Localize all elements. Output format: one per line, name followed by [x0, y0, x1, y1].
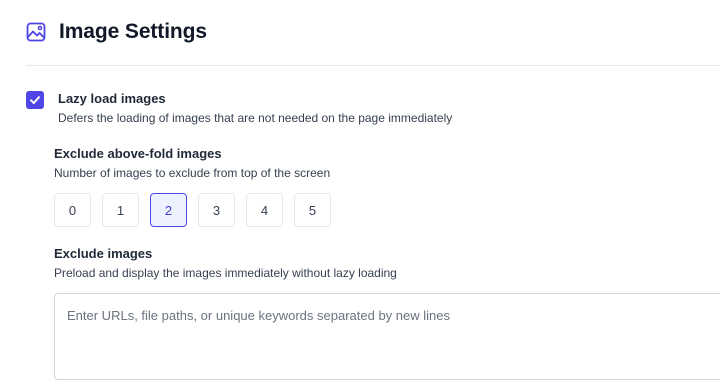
exclude-images-textarea[interactable] [54, 293, 720, 380]
exclude-images-description: Preload and display the images immediate… [54, 266, 397, 280]
count-option-3[interactable]: 3 [198, 193, 235, 227]
exclude-above-fold-label: Exclude above-fold images [54, 146, 222, 161]
count-option-5[interactable]: 5 [294, 193, 331, 227]
check-icon [30, 96, 40, 104]
lazy-load-description: Defers the loading of images that are no… [58, 111, 453, 125]
page-header: Image Settings [26, 20, 207, 44]
count-option-1[interactable]: 1 [102, 193, 139, 227]
exclude-images-setting: Exclude images Preload and display the i… [54, 245, 397, 281]
exclude-images-label: Exclude images [54, 246, 153, 261]
count-option-0[interactable]: 0 [54, 193, 91, 227]
lazy-load-label: Lazy load images [58, 91, 166, 106]
image-icon [26, 22, 46, 42]
exclude-above-fold-setting: Exclude above-fold images Number of imag… [54, 145, 330, 181]
above-fold-count-options: 0 1 2 3 4 5 [54, 193, 342, 227]
header-divider [26, 65, 720, 66]
count-option-2[interactable]: 2 [150, 193, 187, 227]
exclude-above-fold-description: Number of images to exclude from top of … [54, 166, 331, 180]
lazy-load-setting: Lazy load images Defers the loading of i… [26, 90, 452, 126]
page-title: Image Settings [59, 20, 207, 43]
lazy-load-checkbox[interactable] [26, 91, 44, 109]
count-option-4[interactable]: 4 [246, 193, 283, 227]
